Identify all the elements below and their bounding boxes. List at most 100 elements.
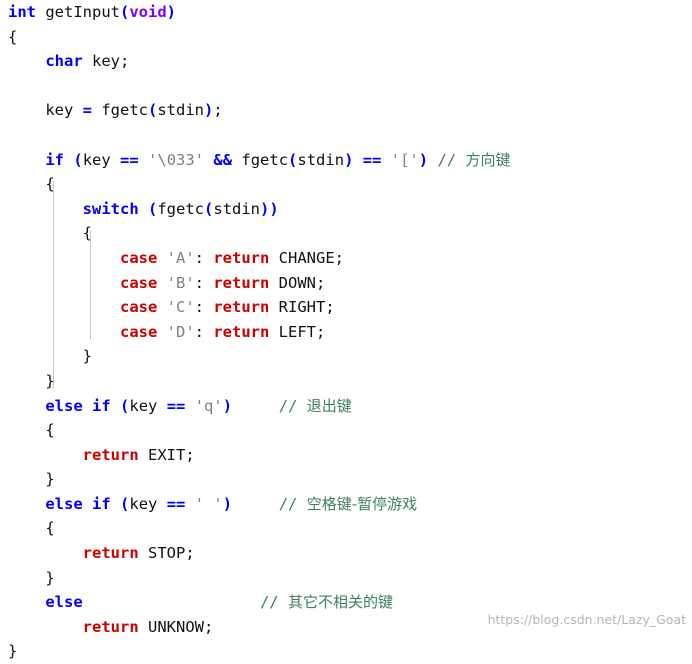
code-token: { bbox=[8, 519, 55, 538]
code-line: { bbox=[0, 172, 692, 197]
code-token: ( bbox=[288, 150, 298, 169]
code-token: { bbox=[8, 175, 55, 194]
code-token: } bbox=[8, 470, 55, 489]
code-token: EXIT; bbox=[138, 445, 195, 464]
code-token: return bbox=[82, 617, 139, 636]
code-token: ; bbox=[213, 101, 223, 120]
code-token: 'B' bbox=[166, 273, 195, 292]
code-token: stdin bbox=[297, 150, 345, 169]
code-token: UNKNOW; bbox=[138, 617, 214, 636]
code-token: )) bbox=[260, 199, 279, 218]
code-token: CHANGE; bbox=[269, 248, 344, 267]
code-token: ( bbox=[120, 3, 130, 21]
code-token: case bbox=[119, 273, 158, 292]
code-token: } bbox=[8, 371, 55, 390]
code-line: } bbox=[0, 566, 692, 591]
code-line: } bbox=[0, 369, 692, 394]
code-token: : bbox=[194, 298, 214, 317]
code-token: ' ' bbox=[194, 494, 223, 513]
code-token: stdin bbox=[157, 101, 205, 120]
code-token: key bbox=[82, 150, 121, 169]
code-token: ) bbox=[222, 396, 233, 415]
code-token: } bbox=[8, 347, 92, 366]
code-token: { bbox=[8, 224, 92, 243]
code-token: 'A' bbox=[166, 248, 195, 267]
code-token: key; bbox=[82, 52, 130, 71]
code-line: { bbox=[0, 516, 692, 541]
code-line: int getInput(void) bbox=[0, 0, 692, 25]
code-token: fgetc bbox=[232, 150, 289, 169]
code-token: 方向键 bbox=[465, 150, 511, 169]
code-token: == bbox=[166, 396, 186, 415]
code-line: return STOP; bbox=[0, 541, 692, 566]
code-token: = bbox=[82, 101, 92, 120]
code-token: } bbox=[8, 568, 55, 587]
code-token: 空格键-暂停游戏 bbox=[306, 494, 418, 513]
code-token: 'D' bbox=[166, 322, 195, 341]
code-token: ) bbox=[418, 150, 429, 169]
code-token: } bbox=[8, 642, 18, 661]
code-token: return bbox=[213, 273, 270, 292]
code-line: } bbox=[0, 639, 692, 664]
code-token: if bbox=[45, 150, 64, 169]
code-token: ( bbox=[120, 494, 130, 513]
code-line: { bbox=[0, 221, 692, 246]
code-token: LEFT; bbox=[269, 322, 326, 341]
code-token: ( bbox=[73, 150, 83, 169]
code-token: == bbox=[362, 150, 382, 169]
code-token: '[' bbox=[390, 150, 419, 169]
code-token: key bbox=[8, 101, 83, 120]
code-line: if (key == '\033' && fgetc(stdin) == '['… bbox=[0, 148, 692, 173]
code-token: case bbox=[119, 298, 158, 317]
code-token: ) bbox=[166, 3, 177, 21]
code-token: == bbox=[166, 494, 186, 513]
code-token: 退出键 bbox=[306, 396, 352, 415]
code-token: ) bbox=[204, 101, 214, 120]
code-token: STOP; bbox=[138, 544, 195, 563]
code-token: ) bbox=[344, 150, 354, 169]
watermark: https://blog.csdn.net/Lazy_Goat bbox=[487, 612, 686, 627]
code-line: return EXIT; bbox=[0, 443, 692, 468]
code-token: DOWN; bbox=[269, 273, 326, 292]
code-token: && bbox=[213, 150, 233, 169]
code-line: switch (fgetc(stdin)) bbox=[0, 197, 692, 222]
code-line: case 'C': return RIGHT; bbox=[0, 295, 692, 320]
code-token: 'C' bbox=[166, 298, 195, 317]
code-token: return bbox=[213, 322, 270, 341]
code-token: // bbox=[278, 494, 307, 513]
code-token: fgetc bbox=[92, 101, 148, 120]
code-line: } bbox=[0, 344, 692, 369]
code-token: == bbox=[120, 150, 139, 169]
code-token: int bbox=[8, 3, 36, 21]
code-line: else if (key == ' ') // 空格键-暂停游戏 bbox=[0, 492, 692, 517]
code-block: int getInput(void){ char key; key = fget… bbox=[0, 0, 692, 660]
code-token: ( bbox=[204, 199, 214, 218]
code-token: getInput bbox=[36, 3, 120, 21]
code-token: '\033' bbox=[148, 150, 205, 169]
code-token: if bbox=[92, 494, 111, 513]
code-token: case bbox=[119, 248, 158, 267]
code-line: key = fgetc(stdin); bbox=[0, 98, 692, 123]
code-line: { bbox=[0, 25, 692, 50]
